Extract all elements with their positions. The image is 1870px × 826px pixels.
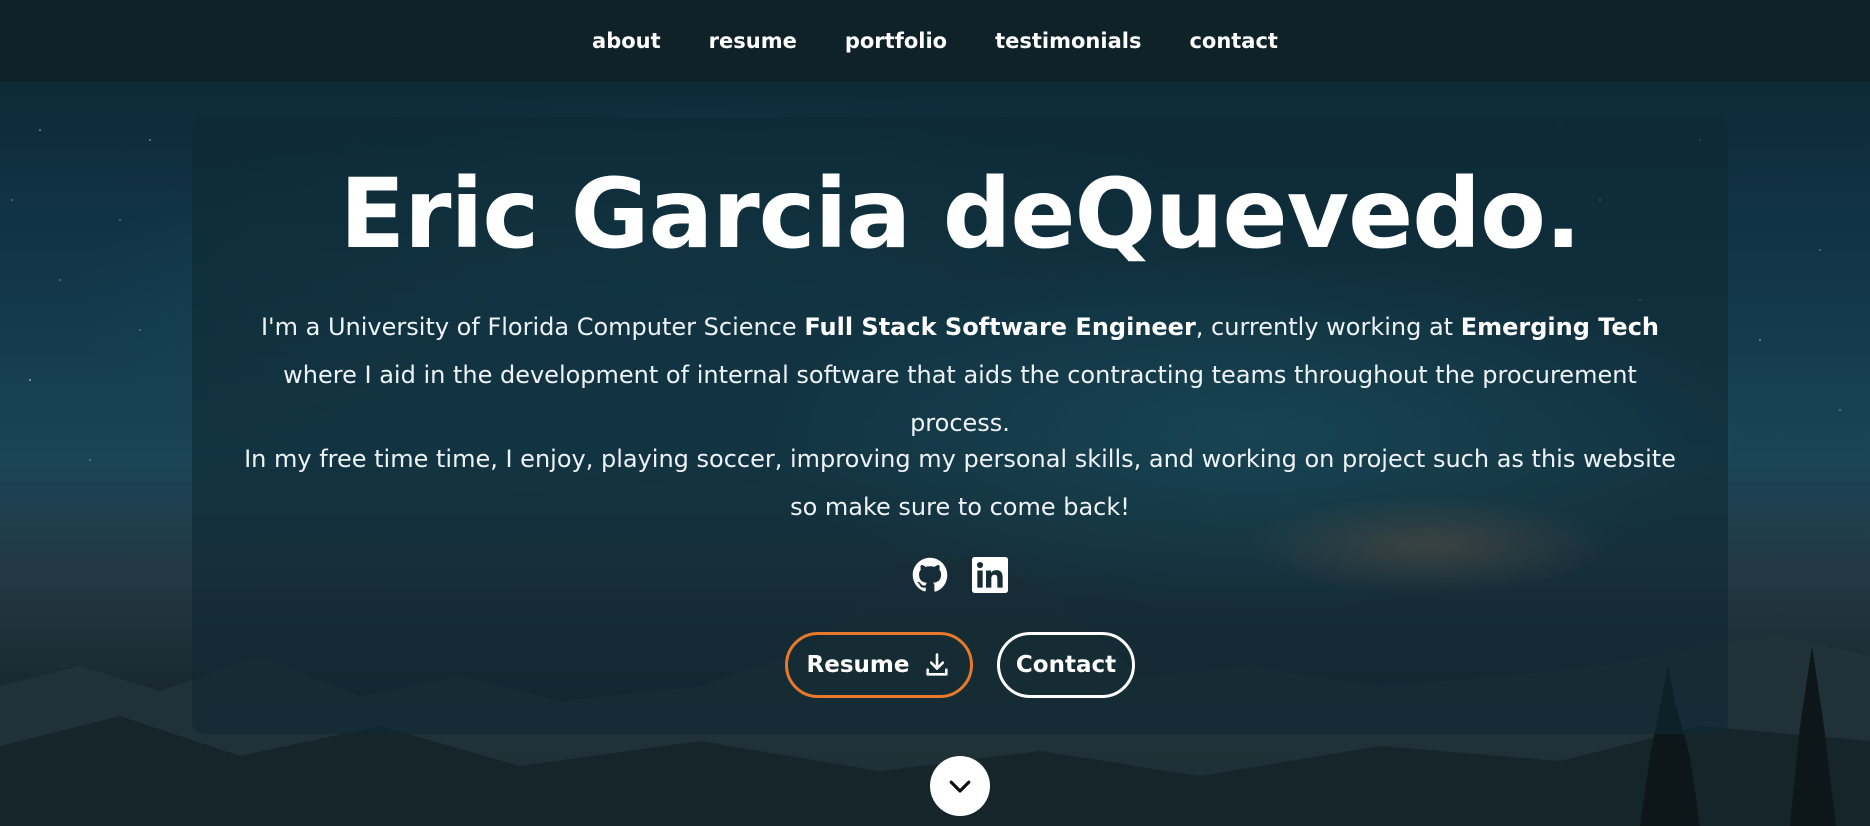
- intro-text-3: where I aid in the development of intern…: [283, 361, 1637, 437]
- nav-link-testimonials[interactable]: testimonials: [995, 29, 1141, 53]
- social-links: [192, 557, 1728, 593]
- nav-link-resume[interactable]: resume: [709, 29, 797, 53]
- nav-link-contact[interactable]: contact: [1189, 29, 1278, 53]
- intro-role: Full Stack Software Engineer: [804, 313, 1196, 341]
- download-icon: [926, 653, 949, 676]
- chevron-down-icon: [949, 780, 971, 793]
- contact-button-label: Contact: [1015, 652, 1117, 678]
- hobbies-paragraph: In my free time time, I enjoy, playing s…: [244, 445, 1676, 521]
- nav-link-about[interactable]: about: [592, 29, 661, 53]
- scroll-down-button[interactable]: [930, 756, 990, 816]
- hero-title: Eric Garcia deQuevedo.: [339, 158, 1582, 270]
- contact-button[interactable]: Contact: [997, 632, 1135, 698]
- resume-button-label: Resume: [806, 652, 910, 678]
- github-icon[interactable]: [912, 557, 948, 593]
- intro-text-1: I'm a University of Florida Computer Sci…: [260, 313, 805, 341]
- resume-button[interactable]: Resume: [785, 632, 973, 698]
- intro-text-2: , currently working at: [1195, 313, 1461, 341]
- intro-company: Emerging Tech: [1460, 313, 1660, 341]
- intro-paragraph: I'm a University of Florida Computer Sci…: [232, 303, 1688, 447]
- nav-link-portfolio[interactable]: portfolio: [845, 29, 947, 53]
- linkedin-icon[interactable]: [972, 557, 1008, 593]
- hero-buttons: Resume Contact: [192, 632, 1728, 698]
- top-navigation: about resume portfolio testimonials cont…: [0, 0, 1870, 82]
- hero-card: Eric Garcia deQuevedo. I'm a University …: [192, 117, 1728, 734]
